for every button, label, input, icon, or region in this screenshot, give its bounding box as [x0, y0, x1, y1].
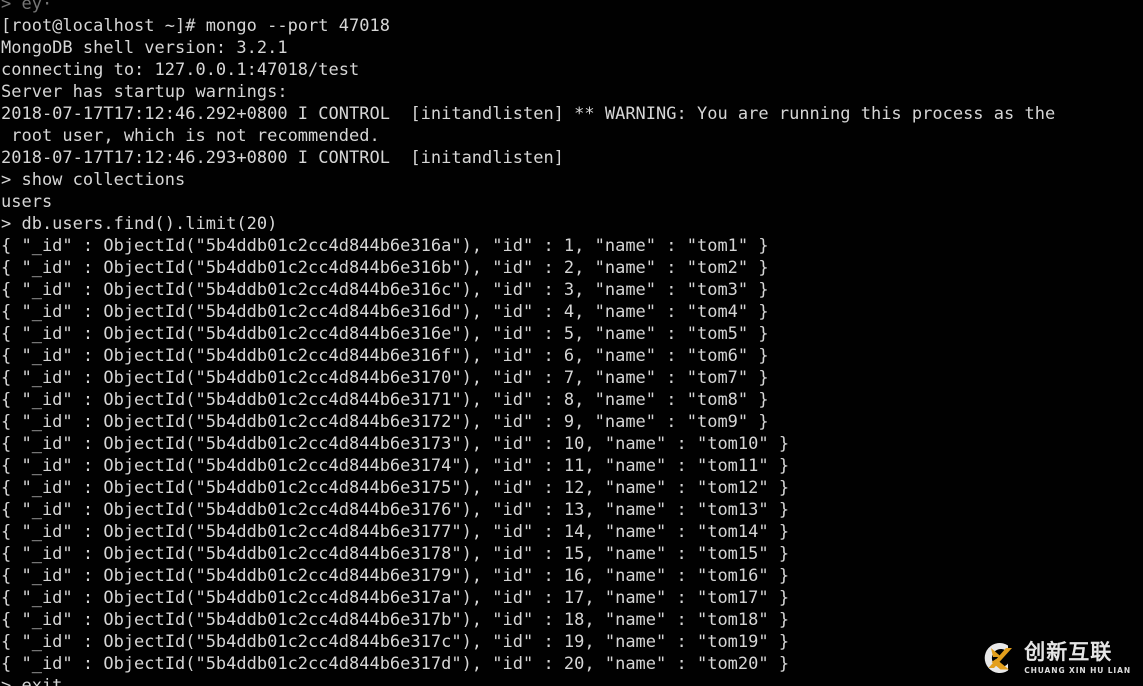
terminal-line: { "_id" : ObjectId("5b4ddb01c2cc4d844b6e…	[1, 346, 769, 366]
terminal-window[interactable]: > ey· [root@localhost ~]# mongo --port 47…	[0, 0, 1143, 686]
terminal-screen[interactable]: > ey· [root@localhost ~]# mongo --port 47…	[0, 0, 1143, 686]
terminal-line: { "_id" : ObjectId("5b4ddb01c2cc4d844b6e…	[1, 632, 790, 652]
terminal-line: > exit	[1, 676, 63, 686]
terminal-line: 2018-07-17T17:12:46.293+0800 I CONTROL […	[1, 148, 564, 168]
terminal-line: MongoDB shell version: 3.2.1	[1, 38, 288, 58]
terminal-line: users	[1, 192, 53, 212]
terminal-line: { "_id" : ObjectId("5b4ddb01c2cc4d844b6e…	[1, 302, 769, 322]
terminal-line: { "_id" : ObjectId("5b4ddb01c2cc4d844b6e…	[1, 522, 790, 542]
terminal-line: { "_id" : ObjectId("5b4ddb01c2cc4d844b6e…	[1, 478, 790, 498]
terminal-line: { "_id" : ObjectId("5b4ddb01c2cc4d844b6e…	[1, 280, 769, 300]
terminal-line: { "_id" : ObjectId("5b4ddb01c2cc4d844b6e…	[1, 544, 790, 564]
terminal-line: { "_id" : ObjectId("5b4ddb01c2cc4d844b6e…	[1, 434, 790, 454]
terminal-line: { "_id" : ObjectId("5b4ddb01c2cc4d844b6e…	[1, 324, 769, 344]
terminal-line: { "_id" : ObjectId("5b4ddb01c2cc4d844b6e…	[1, 610, 790, 630]
terminal-line: { "_id" : ObjectId("5b4ddb01c2cc4d844b6e…	[1, 412, 769, 432]
terminal-line: { "_id" : ObjectId("5b4ddb01c2cc4d844b6e…	[1, 368, 769, 388]
terminal-line: > show collections	[1, 170, 186, 190]
terminal-line: Server has startup warnings:	[1, 82, 288, 102]
terminal-line: [root@localhost ~]# mongo --port 47018	[1, 16, 390, 36]
terminal-line: { "_id" : ObjectId("5b4ddb01c2cc4d844b6e…	[1, 258, 769, 278]
terminal-line: { "_id" : ObjectId("5b4ddb01c2cc4d844b6e…	[1, 236, 769, 256]
terminal-line: { "_id" : ObjectId("5b4ddb01c2cc4d844b6e…	[1, 654, 790, 674]
terminal-line: { "_id" : ObjectId("5b4ddb01c2cc4d844b6e…	[1, 500, 790, 520]
terminal-line: { "_id" : ObjectId("5b4ddb01c2cc4d844b6e…	[1, 566, 790, 586]
terminal-line: > db.users.find().limit(20)	[1, 214, 278, 234]
terminal-line: > ey·	[1, 0, 53, 14]
terminal-line: { "_id" : ObjectId("5b4ddb01c2cc4d844b6e…	[1, 456, 790, 476]
terminal-line: { "_id" : ObjectId("5b4ddb01c2cc4d844b6e…	[1, 390, 769, 410]
terminal-line: root user, which is not recommended.	[1, 126, 380, 146]
terminal-line: connecting to: 127.0.0.1:47018/test	[1, 60, 360, 80]
terminal-line: 2018-07-17T17:12:46.292+0800 I CONTROL […	[1, 104, 1056, 124]
terminal-line: { "_id" : ObjectId("5b4ddb01c2cc4d844b6e…	[1, 588, 790, 608]
